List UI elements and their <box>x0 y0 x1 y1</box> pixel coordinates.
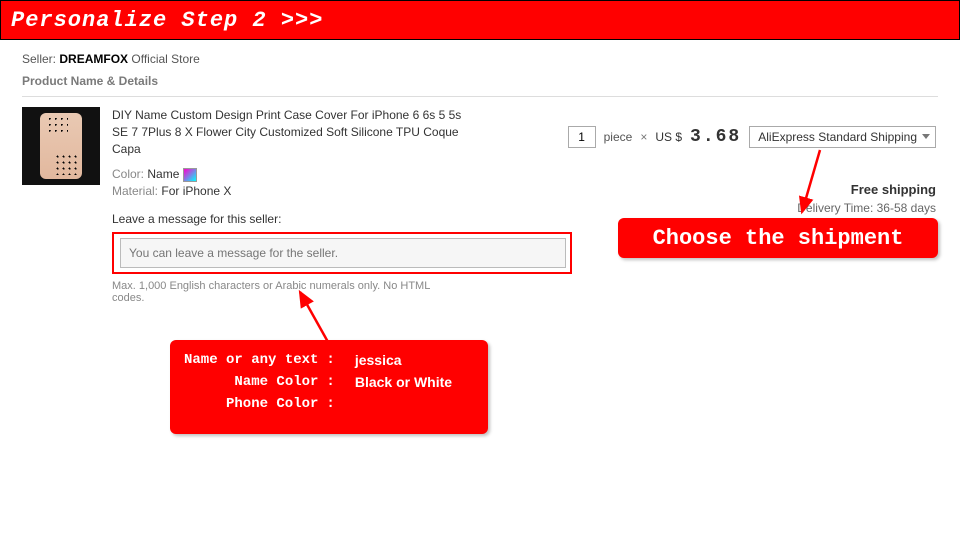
seller-name[interactable]: DREAMFOX <box>59 52 128 66</box>
callout-form-grid: Name or any text : jessica Name Color : … <box>184 352 452 412</box>
price-value: 3.68 <box>690 127 741 147</box>
seller-label: Seller: <box>22 52 56 66</box>
callout-shipment-text: Choose the shipment <box>653 226 904 251</box>
message-hint: Max. 1,000 English characters or Arabic … <box>112 280 462 304</box>
chevron-down-icon <box>922 134 930 139</box>
hero-bar: Personalize Step 2 >>> <box>0 0 960 40</box>
product-material-row: Material: For iPhone X <box>112 184 462 198</box>
message-highlight <box>112 232 572 274</box>
delivery-label: Delivery Time: <box>797 201 873 215</box>
form-row3-label: Phone Color <box>184 396 318 412</box>
divider <box>22 96 938 97</box>
form-row3-colon: : <box>326 396 334 412</box>
seller-line: Seller: DREAMFOX Official Store <box>22 52 938 66</box>
free-shipping-label: Free shipping <box>568 182 936 197</box>
color-value: Name <box>147 167 179 181</box>
seller-suffix: Official Store <box>131 52 199 66</box>
multiply-icon: × <box>640 130 647 144</box>
message-label: Leave a message for this seller: <box>112 212 462 226</box>
callout-form: Name or any text : jessica Name Color : … <box>170 340 488 434</box>
message-block: Leave a message for this seller: Max. 1,… <box>112 212 462 304</box>
color-swatch-icon <box>183 168 197 182</box>
form-row1-value: jessica <box>355 352 452 368</box>
color-label: Color: <box>112 167 144 181</box>
quantity-input[interactable] <box>568 126 596 148</box>
form-row1-label: Name or any text <box>184 352 318 368</box>
callout-shipment: Choose the shipment <box>618 218 938 258</box>
order-line: piece × US $ 3.68 AliExpress Standard Sh… <box>568 126 936 148</box>
section-heading: Product Name & Details <box>22 74 938 88</box>
delivery-value: 36-58 days <box>877 201 936 215</box>
form-row1-colon: : <box>326 352 334 368</box>
form-row2-value: Black or White <box>355 374 452 390</box>
product-color-row: Color: Name <box>112 167 462 182</box>
currency-label: US $ <box>655 130 682 144</box>
product-thumbnail-image <box>40 113 82 179</box>
product-details: DIY Name Custom Design Print Case Cover … <box>112 107 462 304</box>
shipping-option-label: AliExpress Standard Shipping <box>758 130 917 144</box>
delivery-line: Delivery Time: 36-58 days <box>568 201 936 215</box>
order-panel: piece × US $ 3.68 AliExpress Standard Sh… <box>568 126 936 215</box>
shipping-select[interactable]: AliExpress Standard Shipping <box>749 126 936 148</box>
unit-label: piece <box>604 130 633 144</box>
form-row2-label: Name Color <box>184 374 318 390</box>
material-label: Material: <box>112 184 158 198</box>
form-row2-colon: : <box>326 374 334 390</box>
product-title[interactable]: DIY Name Custom Design Print Case Cover … <box>112 107 462 157</box>
product-thumbnail[interactable] <box>22 107 100 185</box>
material-value: For iPhone X <box>161 184 231 198</box>
message-input[interactable] <box>120 238 566 268</box>
hero-title: Personalize Step 2 >>> <box>11 8 323 33</box>
